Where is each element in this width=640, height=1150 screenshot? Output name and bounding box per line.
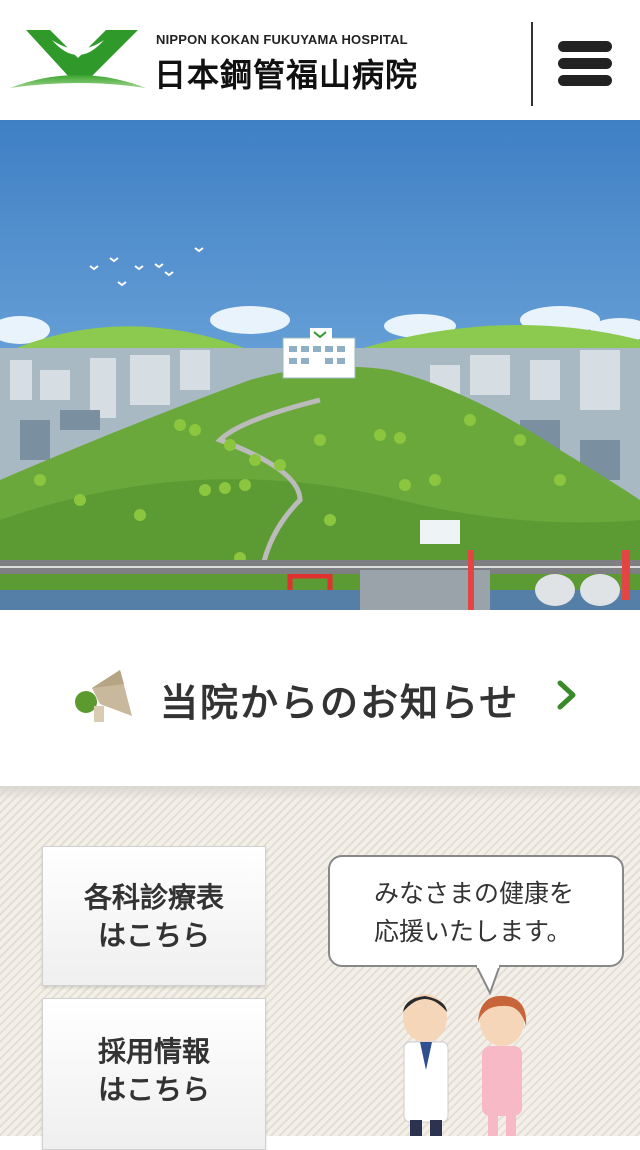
news-label[interactable]: 当院からのお知らせ xyxy=(160,672,519,727)
speech-bubble-line2: 応援いたします。 xyxy=(374,917,572,946)
hospital-name-jp: 日本鋼管福山病院 xyxy=(154,56,419,94)
speech-bubble-line1: みなさまの健康を xyxy=(374,879,575,908)
schedule-link-line1: 各科診療表 xyxy=(83,881,224,914)
schedule-link-button[interactable]: 各科診療表 はこちら xyxy=(42,846,266,986)
header-divider xyxy=(531,22,533,106)
recruit-link-line1: 採用情報 xyxy=(97,1035,210,1068)
section-shadow xyxy=(0,786,640,800)
megaphone-icon xyxy=(75,670,132,722)
hospital-name-en: NIPPON KOKAN FUKUYAMA HOSPITAL xyxy=(156,32,408,47)
menu-button[interactable] xyxy=(556,38,616,90)
hospital-logo-mark[interactable] xyxy=(8,22,148,94)
city-and-hill-illustration xyxy=(0,120,640,610)
hero-illustration xyxy=(0,120,640,610)
chevron-right-icon[interactable] xyxy=(556,680,578,710)
staff-illustration xyxy=(403,994,527,1136)
schedule-link-line2: はこちら xyxy=(97,919,210,952)
recruit-link-line2: はこちら xyxy=(97,1073,210,1106)
speech-bubble: みなさまの健康を 応援いたします。 xyxy=(328,855,624,967)
recruit-link-button[interactable]: 採用情報 はこちら xyxy=(42,998,266,1150)
site-header: NIPPON KOKAN FUKUYAMA HOSPITAL 日本鋼管福山病院 xyxy=(0,0,640,120)
